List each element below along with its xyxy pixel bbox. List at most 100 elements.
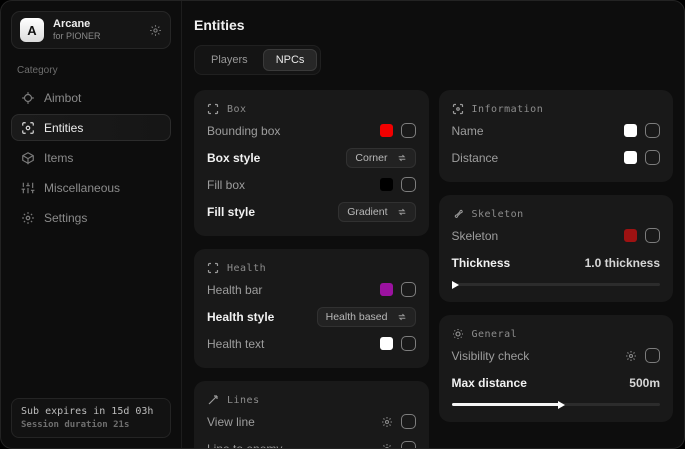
app-subtitle: for PIONER	[53, 31, 101, 42]
color-swatch[interactable]	[624, 151, 637, 164]
sidebar-item-items[interactable]: Items	[11, 144, 171, 171]
row-label: Max distance	[452, 376, 527, 390]
card-title: Box	[227, 104, 247, 115]
cycle-icon	[397, 153, 407, 163]
card-box: Box Bounding box Box style Corner	[194, 90, 429, 236]
card-title: General	[472, 329, 518, 340]
row-label: Bounding box	[207, 124, 280, 138]
thickness-slider[interactable]	[452, 280, 661, 289]
row-visibility-check: Visibility check	[452, 344, 661, 367]
card-title: Skeleton	[472, 209, 524, 220]
row-view-line: View line	[207, 410, 416, 433]
row-box-style: Box style Corner	[207, 146, 416, 169]
app-name: Arcane	[53, 18, 101, 31]
row-config-gear-icon[interactable]	[625, 350, 637, 362]
cycle-icon	[397, 207, 407, 217]
page-title: Entities	[194, 17, 673, 33]
sidebar-nav: Aimbot Entities Items	[11, 84, 171, 231]
row-label: Health text	[207, 337, 264, 351]
row-line-to-enemy: Line to enemy	[207, 437, 416, 448]
settings-gear-icon[interactable]	[149, 24, 162, 37]
sidebar-item-entities[interactable]: Entities	[11, 114, 171, 141]
color-swatch[interactable]	[380, 337, 393, 350]
row-name: Name	[452, 119, 661, 142]
crosshair-icon	[21, 91, 35, 105]
card-health-header: Health	[207, 262, 416, 274]
color-swatch[interactable]	[380, 283, 393, 296]
box-style-dropdown[interactable]: Corner	[346, 148, 415, 168]
distance-checkbox[interactable]	[645, 150, 660, 165]
card-general: General Visibility check	[439, 315, 674, 422]
row-label: Fill box	[207, 178, 245, 192]
fill-box-checkbox[interactable]	[401, 177, 416, 192]
category-label: Category	[17, 65, 165, 76]
fill-style-dropdown[interactable]: Gradient	[338, 202, 415, 222]
color-swatch[interactable]	[380, 124, 393, 137]
row-health-bar: Health bar	[207, 278, 416, 301]
row-label: Visibility check	[452, 349, 530, 363]
row-max-distance: Max distance 500m	[452, 371, 661, 394]
health-style-dropdown[interactable]: Health based	[317, 307, 416, 327]
main-panel: Entities Players NPCs Box	[182, 1, 684, 448]
slider-thumb[interactable]	[452, 281, 459, 289]
row-label: Fill style	[207, 205, 255, 219]
bounding-box-checkbox[interactable]	[401, 123, 416, 138]
card-information: Information Name Distance	[439, 90, 674, 182]
health-bar-checkbox[interactable]	[401, 282, 416, 297]
card-title: Information	[472, 104, 544, 115]
card-lines-header: Lines	[207, 394, 416, 406]
row-label: Health bar	[207, 283, 262, 297]
subscription-info-card: Sub expires in 15d 03h Session duration …	[11, 398, 171, 438]
name-checkbox[interactable]	[645, 123, 660, 138]
row-config-gear-icon[interactable]	[381, 416, 393, 428]
sidebar-item-label: Items	[44, 151, 73, 165]
row-config-gear-icon[interactable]	[381, 443, 393, 449]
max-distance-slider[interactable]	[452, 400, 661, 409]
sidebar-item-aimbot[interactable]: Aimbot	[11, 84, 171, 111]
card-lines: Lines View line	[194, 381, 429, 448]
row-label: Line to enemy	[207, 442, 282, 449]
sliders-icon	[21, 181, 35, 195]
slider-fill	[452, 403, 560, 406]
card-box-header: Box	[207, 103, 416, 115]
sub-expiry-text: Sub expires in 15d 03h	[21, 406, 161, 417]
scan-brackets-icon	[207, 103, 219, 115]
health-text-checkbox[interactable]	[401, 336, 416, 351]
slider-thumb[interactable]	[558, 401, 565, 409]
sidebar-item-label: Aimbot	[44, 91, 81, 105]
sun-icon	[452, 328, 464, 340]
row-label: View line	[207, 415, 255, 429]
row-label: Thickness	[452, 256, 511, 270]
line-to-enemy-checkbox[interactable]	[401, 441, 416, 448]
view-line-checkbox[interactable]	[401, 414, 416, 429]
row-label: Box style	[207, 151, 260, 165]
row-label: Name	[452, 124, 484, 138]
bone-icon	[452, 208, 464, 220]
skeleton-checkbox[interactable]	[645, 228, 660, 243]
row-fill-box: Fill box	[207, 173, 416, 196]
max-distance-value: 500m	[629, 376, 660, 390]
row-label: Health style	[207, 310, 274, 324]
app-header-card: A Arcane for PIONER	[11, 11, 171, 49]
tab-group: Players NPCs	[194, 45, 321, 75]
color-swatch[interactable]	[624, 229, 637, 242]
tab-players[interactable]: Players	[198, 49, 261, 71]
color-swatch[interactable]	[380, 178, 393, 191]
row-fill-style: Fill style Gradient	[207, 200, 416, 223]
entities-icon	[21, 121, 35, 135]
visibility-check-checkbox[interactable]	[645, 348, 660, 363]
left-column: Box Bounding box Box style Corner	[194, 90, 429, 448]
cycle-icon	[397, 312, 407, 322]
row-distance: Distance	[452, 146, 661, 169]
dropdown-value: Corner	[355, 152, 387, 164]
gear-icon	[21, 211, 35, 225]
color-swatch[interactable]	[624, 124, 637, 137]
sidebar-item-miscellaneous[interactable]: Miscellaneous	[11, 174, 171, 201]
row-bounding-box: Bounding box	[207, 119, 416, 142]
tab-npcs[interactable]: NPCs	[263, 49, 318, 71]
card-skeleton-header: Skeleton	[452, 208, 661, 220]
sidebar-item-label: Entities	[44, 121, 83, 135]
card-general-header: General	[452, 328, 661, 340]
sidebar-item-settings[interactable]: Settings	[11, 204, 171, 231]
row-health-style: Health style Health based	[207, 305, 416, 328]
